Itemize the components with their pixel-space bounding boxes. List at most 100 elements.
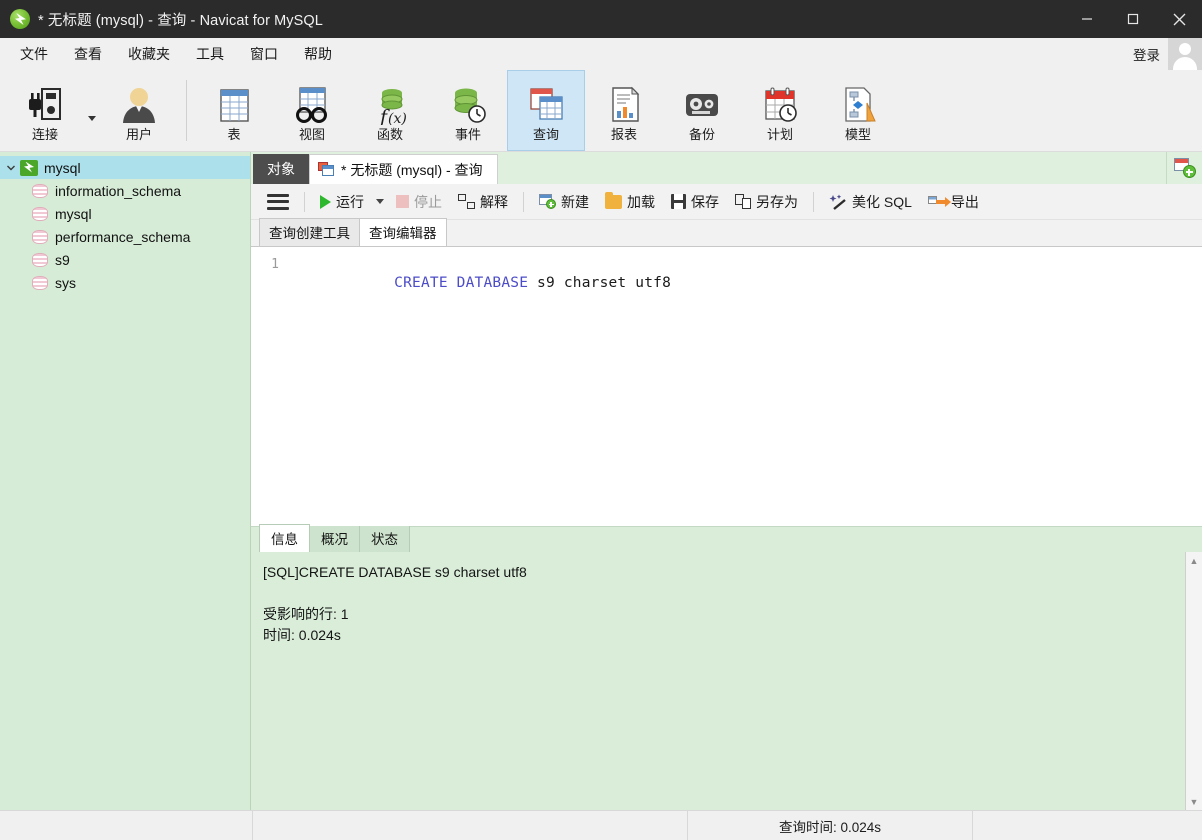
explain-icon: [458, 194, 475, 209]
table-icon: [212, 83, 256, 125]
results-scrollbar[interactable]: ▲ ▼: [1185, 552, 1202, 810]
menu-item-view[interactable]: 查看: [64, 43, 112, 65]
toolbar-label-report: 报表: [610, 126, 637, 142]
toolbar-separator: [186, 80, 187, 141]
sidebar-connection-label: mysql: [44, 159, 81, 176]
status-query-time: 查询时间: 0.024s: [688, 810, 973, 840]
toolbar-button-user[interactable]: 用户: [100, 70, 178, 151]
editor-code-area[interactable]: CREATE DATABASE s9 charset utf8: [287, 247, 1202, 526]
sidebar-item-database-mysql[interactable]: mysql: [0, 202, 250, 225]
function-fx-icon: f (x): [368, 83, 412, 125]
tab-query[interactable]: * 无标题 (mysql) - 查询: [309, 154, 498, 184]
query-toolbar: 运行 停止 解释 新建 加载 保存 另存为 美化 SQL 导出: [251, 184, 1202, 220]
toolbar-separator: [813, 191, 814, 212]
menu-item-file[interactable]: 文件: [10, 43, 58, 65]
close-icon[interactable]: [1156, 0, 1202, 38]
backup-tape-icon: [680, 83, 724, 125]
new-query-tab-button[interactable]: [1166, 152, 1202, 184]
tab-status[interactable]: 状态: [359, 524, 410, 552]
title-bar: * 无标题 (mysql) - 查询 - Navicat for MySQL: [0, 0, 1202, 38]
folder-icon: [605, 191, 622, 209]
toolbar-label-model: 模型: [844, 126, 871, 142]
toolbar-button-connection[interactable]: 连接: [6, 70, 84, 151]
tab-query-builder[interactable]: 查询创建工具: [259, 218, 360, 246]
toolbar-button-report[interactable]: 报表: [585, 70, 663, 151]
toolbar-button-view[interactable]: 视图: [273, 70, 351, 151]
save-label: 保存: [691, 193, 719, 210]
run-dropdown-caret-icon[interactable]: [376, 199, 384, 204]
database-icon: [32, 183, 48, 198]
save-as-icon: [735, 194, 751, 209]
sql-editor[interactable]: 1 CREATE DATABASE s9 charset utf8: [251, 246, 1202, 526]
sidebar-tree: mysql information_schema mysql performan…: [0, 152, 251, 810]
sidebar-database-label: performance_schema: [55, 228, 191, 245]
status-segment-1: [0, 810, 253, 840]
tab-query-editor[interactable]: 查询编辑器: [359, 218, 447, 246]
chevron-down-icon[interactable]: [2, 163, 20, 173]
toolbar-label-user: 用户: [125, 126, 152, 142]
stop-button[interactable]: 停止: [388, 188, 450, 216]
new-query-tab-icon: [1173, 158, 1196, 178]
sql-keyword: CREATE DATABASE: [394, 275, 529, 291]
main-toolbar: 连接 用户 表 视图 f (x) 函数 事件 查询 报表 备份 计划 模型: [0, 70, 1202, 152]
tab-message[interactable]: 信息: [259, 524, 310, 552]
toolbar-label-connection: 连接: [31, 126, 58, 142]
toolbar-button-query[interactable]: 查询: [507, 70, 585, 151]
database-icon: [32, 206, 48, 221]
connection-dropdown-caret-icon[interactable]: [84, 70, 100, 151]
new-query-button[interactable]: 新建: [531, 188, 597, 216]
svg-text:(x): (x): [388, 111, 407, 125]
sidebar-item-database-s9[interactable]: s9: [0, 248, 250, 271]
explain-button[interactable]: 解释: [450, 188, 516, 216]
scroll-up-icon[interactable]: ▲: [1186, 552, 1202, 569]
export-label: 导出: [950, 193, 979, 210]
run-button[interactable]: 运行: [312, 188, 372, 216]
save-button[interactable]: 保存: [663, 188, 727, 216]
database-icon: [32, 275, 48, 290]
sidebar-item-database-performance-schema[interactable]: performance_schema: [0, 225, 250, 248]
code-line: CREATE DATABASE s9 charset utf8: [287, 255, 1202, 312]
export-button[interactable]: 导出: [920, 188, 987, 216]
toolbar-button-event[interactable]: 事件: [429, 70, 507, 151]
main-body: mysql information_schema mysql performan…: [0, 152, 1202, 810]
tab-objects[interactable]: 对象: [253, 154, 309, 184]
menu-item-favorites[interactable]: 收藏夹: [118, 43, 180, 65]
menu-item-tools[interactable]: 工具: [186, 43, 234, 65]
save-floppy-icon: [671, 194, 686, 209]
navicat-logo-icon: [10, 9, 30, 29]
toolbar-button-schedule[interactable]: 计划: [741, 70, 819, 151]
toolbar-label-schedule: 计划: [766, 126, 793, 142]
sidebar-item-database-information-schema[interactable]: information_schema: [0, 179, 250, 202]
run-label: 运行: [336, 193, 364, 210]
toolbar-button-table[interactable]: 表: [195, 70, 273, 151]
toolbar-button-function[interactable]: f (x) 函数: [351, 70, 429, 151]
editor-gutter: 1: [251, 247, 287, 526]
export-icon: [927, 195, 951, 209]
save-as-button[interactable]: 另存为: [727, 188, 806, 216]
toolbar-label-event: 事件: [454, 126, 481, 142]
tab-profile[interactable]: 概况: [309, 524, 360, 552]
avatar[interactable]: [1168, 38, 1202, 70]
explain-label: 解释: [480, 193, 508, 210]
sidebar-item-database-sys[interactable]: sys: [0, 271, 250, 294]
toolbar-button-backup[interactable]: 备份: [663, 70, 741, 151]
toolbar-button-model[interactable]: 模型: [819, 70, 897, 151]
menu-item-window[interactable]: 窗口: [240, 43, 288, 65]
beautify-sql-button[interactable]: 美化 SQL: [821, 188, 920, 216]
query-menu-button[interactable]: [259, 190, 297, 214]
load-button[interactable]: 加载: [597, 188, 663, 216]
results-body: [SQL]CREATE DATABASE s9 charset utf8 受影响…: [251, 552, 1202, 810]
minimize-icon[interactable]: [1064, 0, 1110, 38]
database-icon: [32, 252, 48, 267]
stop-icon: [396, 195, 409, 208]
status-segment-2: [253, 810, 688, 840]
menu-item-help[interactable]: 帮助: [294, 43, 342, 65]
maximize-icon[interactable]: [1110, 0, 1156, 38]
results-message-text: [SQL]CREATE DATABASE s9 charset utf8 受影响…: [263, 564, 527, 643]
toolbar-label-query: 查询: [532, 126, 559, 142]
scroll-down-icon[interactable]: ▼: [1186, 793, 1202, 810]
login-label[interactable]: 登录: [1133, 44, 1168, 64]
tab-strip: 对象 * 无标题 (mysql) - 查询: [251, 152, 1202, 184]
sidebar-item-connection-mysql[interactable]: mysql: [0, 156, 250, 179]
status-segment-4: [973, 811, 1202, 840]
